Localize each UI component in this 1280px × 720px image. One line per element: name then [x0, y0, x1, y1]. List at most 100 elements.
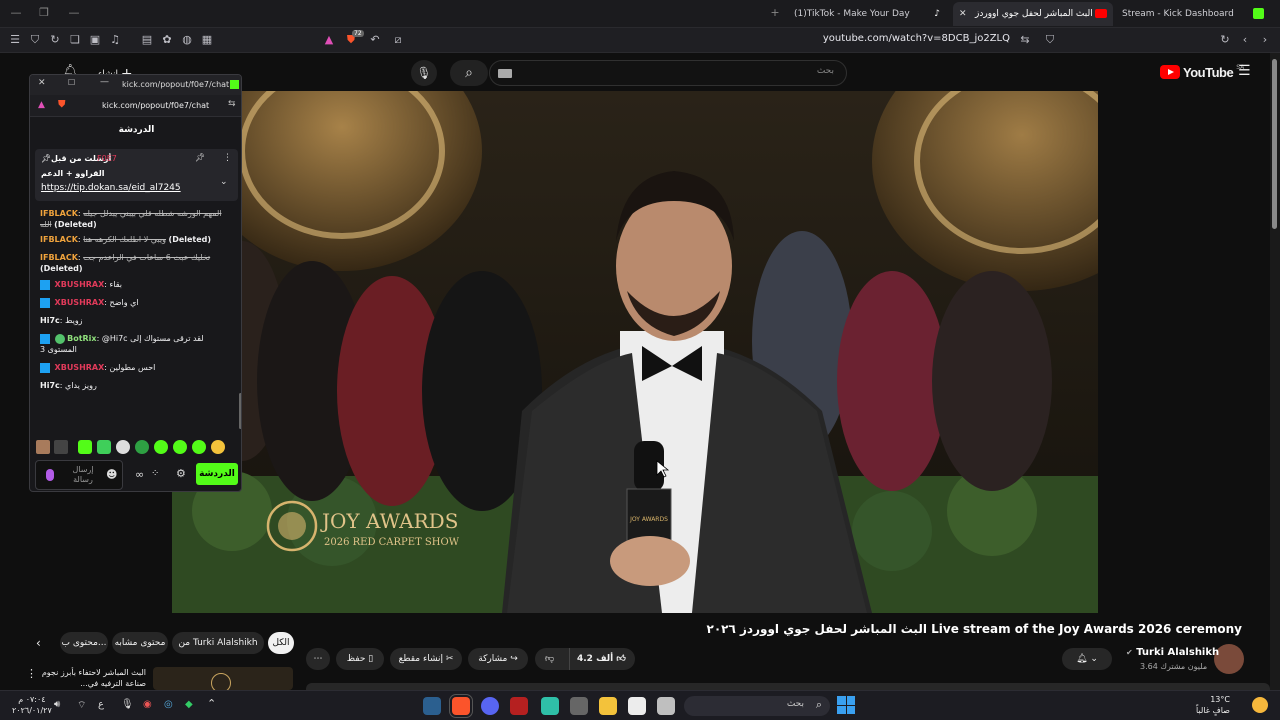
app-icon[interactable] — [541, 697, 559, 715]
screenshot-icon[interactable]: ▤ — [138, 31, 156, 49]
chat-username[interactable]: BotRix — [67, 334, 96, 343]
like-button[interactable]: 4.2 ألف 👍︎ — [577, 648, 626, 670]
network-icon[interactable]: ⌔ — [77, 699, 86, 712]
voice-search-button[interactable]: 🎙︎ — [411, 60, 437, 86]
site-settings-icon[interactable]: ⇆ — [1016, 31, 1034, 49]
chat-username[interactable]: XBUSHRAX — [55, 298, 105, 307]
scrollbar-thumb[interactable] — [1272, 59, 1277, 229]
emote-icon[interactable] — [211, 440, 225, 454]
settings-gear-icon[interactable]: ⚙ — [176, 467, 186, 480]
emote-icon[interactable] — [97, 440, 111, 454]
emote-icon[interactable] — [192, 440, 206, 454]
emote-icon[interactable] — [135, 440, 149, 454]
maximize-popout-icon[interactable]: ☐ — [68, 78, 75, 87]
app-icon[interactable] — [570, 697, 588, 715]
search-button[interactable]: ⌕ — [450, 60, 488, 86]
emoji-icon[interactable]: ☻ — [106, 468, 117, 481]
taskbar-search[interactable]: بحث ⌕ — [684, 696, 830, 716]
chat-username[interactable]: IFBLACK — [40, 235, 78, 244]
chevron-down-icon[interactable]: ⌄ — [220, 177, 228, 187]
restore-window-icon[interactable]: ❐ — [34, 4, 54, 22]
more-options-icon[interactable]: ⋮ — [26, 667, 37, 680]
tabs-icon[interactable]: ❏ — [66, 31, 84, 49]
microphone-tray-icon[interactable]: 🎙︎ — [121, 699, 134, 710]
unpin-icon[interactable]: 📌︎ — [195, 153, 205, 162]
brave-shield-icon[interactable]: ⛊ — [58, 99, 66, 110]
back-icon[interactable]: ‹ — [1236, 31, 1254, 49]
share-page-icon[interactable]: ↶ — [366, 31, 384, 49]
show-hidden-icons-icon[interactable]: ⌃ — [207, 697, 216, 710]
discord-app-icon[interactable] — [481, 697, 499, 715]
picture-in-picture-icon[interactable]: ⧄ — [389, 31, 407, 49]
extensions-icon[interactable]: ✿ — [158, 31, 176, 49]
page-scrollbar[interactable] — [1270, 53, 1280, 690]
dislike-button[interactable]: 👎︎ — [545, 648, 554, 670]
forward-icon[interactable]: › — [1256, 31, 1274, 49]
chip-more[interactable]: محتوى ب... — [60, 632, 108, 654]
language-indicator[interactable]: ع — [98, 699, 104, 710]
popout-url[interactable]: kick.com/popout/f0e7/chat — [102, 101, 209, 110]
youtube-logo[interactable]: YouTube SA — [1160, 64, 1244, 80]
chip-all[interactable]: الكل — [268, 632, 294, 654]
history-icon[interactable]: ↻ — [46, 31, 64, 49]
more-actions-button[interactable]: ⋯ — [306, 648, 330, 670]
share-button[interactable]: مشاركة ↪ — [468, 648, 528, 670]
emote-icon[interactable] — [154, 440, 168, 454]
send-chat-button[interactable]: الدردشة — [196, 463, 238, 485]
clip-button[interactable]: إنشاء مقطع ✂ — [390, 648, 462, 670]
pinned-message[interactable]: 📌︎ أرسلت من قبل F0E7 📌︎ ⋮ القراوو + الدع… — [35, 149, 238, 201]
brave-app-icon[interactable] — [449, 694, 473, 718]
close-popout-icon[interactable]: ✕ — [38, 78, 46, 88]
chips-scroll-left-icon[interactable]: ‹ — [36, 636, 41, 650]
points-icon[interactable]: ⁘ — [151, 468, 159, 479]
file-explorer-icon[interactable] — [599, 697, 617, 715]
tray-app-icon[interactable]: ◆ — [185, 699, 193, 710]
steam-app-icon[interactable] — [423, 697, 441, 715]
bookmark-icon[interactable]: ⛉ — [1041, 31, 1059, 49]
emote-icon[interactable] — [173, 440, 187, 454]
new-tab-icon[interactable]: + — [765, 4, 785, 22]
chat-username[interactable]: XBUSHRAX — [55, 363, 105, 372]
minimize-window-icon[interactable]: — — [6, 4, 26, 22]
tab-kick-dashboard[interactable]: Stream - Kick Dashboard — [1118, 2, 1268, 26]
subscribe-notifications-button[interactable]: 🔔︎ ⌄ — [1062, 648, 1112, 670]
system-clock[interactable]: ٠٧:٠٤ م ٢٠٢٦/٠١/٢٧ — [12, 694, 52, 716]
chat-username[interactable]: IFBLACK — [40, 209, 78, 218]
rewards-triangle-icon[interactable]: ▲ — [320, 31, 338, 49]
menu-icon[interactable]: ☰ — [6, 31, 24, 49]
permissions-icon[interactable]: ⇆ — [228, 99, 236, 109]
tab-youtube-live[interactable]: ✕ البث المباشر لحفل جوي اووردز — [953, 2, 1113, 26]
hamburger-menu-icon[interactable]: ☰ — [1238, 63, 1251, 79]
chat-username[interactable]: XBUSHRAX — [55, 280, 105, 289]
chat-username[interactable]: Hi7c — [40, 381, 60, 390]
tray-app-icon[interactable]: ◉ — [143, 699, 152, 710]
address-bar[interactable]: youtube.com/watch?v=8DCB_jo2ZLQ — [823, 33, 1010, 44]
wallet-icon[interactable]: ▦ — [198, 31, 216, 49]
more-options-icon[interactable]: ⋮ — [223, 153, 232, 163]
emote-icon[interactable] — [78, 440, 92, 454]
emote-icon[interactable] — [54, 440, 68, 454]
chip-from-channel[interactable]: من Turki Alalshikh — [172, 632, 264, 654]
chat-scrollbar[interactable] — [239, 393, 241, 429]
close-window-icon[interactable]: — — [64, 4, 84, 22]
steam-tray-icon[interactable]: ◎ — [164, 699, 173, 710]
channel-name[interactable]: ✔ Turki Alalshikh — [1126, 647, 1219, 658]
recommended-video-thumbnail[interactable] — [153, 667, 293, 693]
infinity-icon[interactable]: ∞ — [135, 468, 144, 481]
chat-username[interactable]: Hi7c — [40, 316, 60, 325]
rewards-icon[interactable]: ▲ — [38, 100, 45, 110]
video-player[interactable]: JOY AWARDS JOY AWARDS 2026 RED CARPET SH… — [172, 91, 1098, 613]
shield-icon[interactable]: ⛉ — [26, 31, 44, 49]
recommended-video-title[interactable]: البث المباشر لاحتفاء بأبرز نجوم صناعة ال… — [40, 667, 146, 689]
weather-widget[interactable]: 13°C صافٍ غالباً — [1196, 694, 1230, 716]
search-input[interactable]: بحث — [489, 60, 847, 86]
keyboard-icon[interactable] — [498, 69, 512, 78]
voicemeeter-app-icon[interactable] — [510, 697, 528, 715]
chat-username[interactable]: IFBLACK — [40, 253, 78, 262]
emote-icon[interactable] — [116, 440, 130, 454]
music-icon[interactable]: ♫ — [106, 31, 124, 49]
tab-tiktok[interactable]: (1)TikTok - Make Your Day ♪ — [790, 2, 950, 26]
microphone-icon[interactable] — [46, 469, 54, 481]
chip-related[interactable]: محتوى مشابه — [112, 632, 168, 654]
close-tab-icon[interactable]: ✕ — [959, 2, 967, 26]
